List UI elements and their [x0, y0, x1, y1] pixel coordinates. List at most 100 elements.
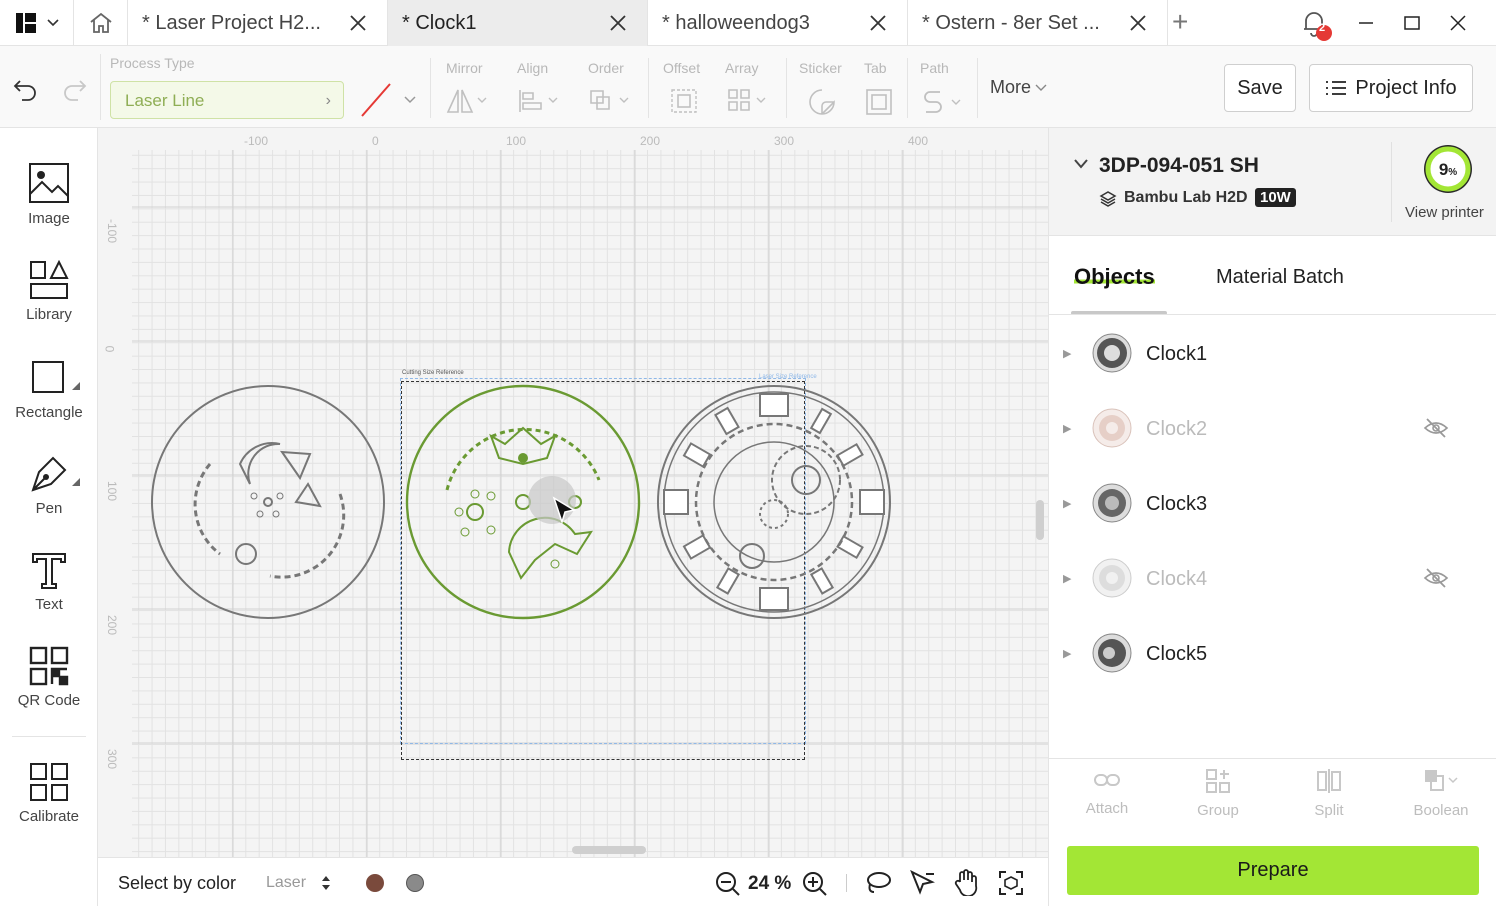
color-swatch-brown[interactable]: [366, 874, 384, 892]
sidebar-item-calibrate[interactable]: Calibrate: [0, 762, 98, 825]
chevron-down-icon[interactable]: [1073, 158, 1089, 170]
cutting-ref-label: Cutting Size Reference: [402, 370, 464, 376]
offset-icon[interactable]: [670, 88, 698, 114]
sidebar-item-pen[interactable]: Pen: [0, 454, 98, 517]
sidebar-item-library[interactable]: Library: [0, 260, 98, 323]
close-icon: [1450, 15, 1466, 31]
object-row-clock3[interactable]: ▶ Clock3: [1049, 467, 1496, 541]
path-icon[interactable]: [922, 88, 966, 116]
close-icon[interactable]: [347, 12, 369, 34]
mode-value: Laser: [266, 874, 307, 891]
process-type-label: Process Type: [110, 55, 195, 71]
sticker-label: Sticker: [799, 60, 842, 76]
undo-icon[interactable]: [12, 76, 40, 102]
array-icon[interactable]: [727, 88, 771, 114]
clock-design-left[interactable]: [150, 384, 386, 620]
tab-ostern[interactable]: * Ostern - 8er Set ...: [908, 0, 1168, 46]
maximize-button[interactable]: [1402, 0, 1422, 46]
save-button[interactable]: Save: [1224, 64, 1296, 112]
sticker-icon[interactable]: [808, 88, 836, 116]
redo-icon[interactable]: [60, 76, 88, 102]
close-icon[interactable]: [867, 12, 889, 34]
divider: [907, 58, 908, 118]
tab-tool-label: Tab: [864, 60, 887, 76]
order-icon[interactable]: [588, 88, 632, 114]
close-icon[interactable]: [1127, 12, 1149, 34]
expand-triangle-icon[interactable]: ▶: [1063, 422, 1071, 435]
divider: [1391, 142, 1392, 222]
sort-arrows-icon: [322, 876, 331, 890]
notifications-button[interactable]: 2: [1296, 0, 1340, 46]
more-menu[interactable]: More: [990, 77, 1047, 98]
sidebar-item-qr-code[interactable]: QR Code: [0, 646, 98, 709]
tab-material-batch[interactable]: Material Batch: [1216, 266, 1344, 289]
attach-button[interactable]: Attach: [1051, 768, 1163, 817]
expand-triangle-icon[interactable]: ▶: [1063, 572, 1071, 585]
object-row-clock5[interactable]: ▶ Clock5: [1049, 617, 1496, 691]
sidebar-item-text[interactable]: Text: [0, 550, 98, 613]
split-button[interactable]: Split: [1273, 768, 1385, 819]
boolean-button[interactable]: Boolean: [1385, 768, 1496, 819]
ruler-tick-label: 300: [105, 748, 120, 770]
object-row-clock4[interactable]: ▶ Clock4: [1049, 542, 1496, 616]
eye-hidden-icon[interactable]: [1423, 566, 1449, 590]
ruler-tick-label: 200: [105, 614, 120, 636]
home-button[interactable]: [74, 0, 128, 46]
process-type-select[interactable]: Laser Line ›: [110, 81, 344, 119]
clock-design-right[interactable]: [656, 384, 892, 620]
printer-card[interactable]: 3DP-094-051 SH Bambu Lab H2D 10W 9% View…: [1049, 128, 1496, 236]
sidebar-item-rectangle[interactable]: Rectangle: [0, 358, 98, 421]
color-swatch-gray[interactable]: [406, 874, 424, 892]
object-row-clock1[interactable]: ▶ Clock1: [1049, 317, 1496, 391]
clock-design-selected[interactable]: [405, 384, 641, 620]
fit-view-icon[interactable]: [998, 870, 1024, 896]
align-label: Align: [517, 60, 549, 76]
split-icon: [1317, 769, 1341, 793]
project-info-button[interactable]: Project Info: [1309, 64, 1473, 112]
object-row-clock2[interactable]: ▶ Clock2: [1049, 392, 1496, 466]
app-menu[interactable]: [0, 0, 74, 46]
group-button[interactable]: Group: [1162, 768, 1274, 819]
tab-objects[interactable]: Objects: [1074, 264, 1155, 290]
divider: [786, 58, 787, 118]
zoom-out-icon[interactable]: [715, 871, 741, 897]
mirror-label: Mirror: [446, 60, 483, 76]
sidebar-item-image[interactable]: Image: [0, 162, 98, 227]
view-printer-link[interactable]: View printer: [1405, 204, 1484, 221]
maximize-icon: [1404, 16, 1420, 30]
expand-triangle-icon[interactable]: ▶: [1063, 497, 1071, 510]
divider: [648, 58, 649, 118]
mode-select[interactable]: Laser: [266, 874, 332, 892]
lasso-icon[interactable]: [864, 870, 892, 896]
minimize-button[interactable]: [1356, 0, 1376, 46]
divider: [430, 58, 431, 118]
select-by-color-label: Select by color: [118, 873, 237, 893]
tab-halloweendog3[interactable]: * halloweendog3: [648, 0, 908, 46]
expand-triangle-icon[interactable]: ▶: [1063, 347, 1071, 360]
tab-tool-icon[interactable]: [865, 88, 893, 116]
vertical-scrollbar[interactable]: [1036, 500, 1044, 540]
chevron-down-icon: [46, 19, 59, 27]
ruler-tick-label: 100: [506, 134, 527, 148]
object-thumbnail: [1092, 483, 1132, 523]
ruler-tick-label: 0: [372, 134, 379, 148]
sidebar-item-label: Library: [26, 306, 72, 323]
object-name: Clock4: [1146, 568, 1208, 590]
tab-clock1[interactable]: * Clock1: [388, 0, 648, 46]
close-icon[interactable]: [607, 12, 629, 34]
mirror-icon[interactable]: [446, 88, 490, 114]
new-tab-button[interactable]: +: [1172, 6, 1188, 38]
eye-hidden-icon[interactable]: [1423, 416, 1449, 440]
horizontal-scrollbar[interactable]: [572, 846, 646, 854]
zoom-in-icon[interactable]: [802, 871, 828, 897]
prepare-button[interactable]: Prepare: [1067, 846, 1479, 895]
align-icon[interactable]: [517, 88, 561, 114]
hand-pan-icon[interactable]: [952, 868, 980, 896]
node-edit-icon[interactable]: [908, 870, 936, 896]
tab-laser-project[interactable]: * Laser Project H2...: [128, 0, 388, 46]
divider: [977, 58, 978, 118]
design-canvas[interactable]: -100 0 100 200 300 400 -100 0 100 200 30…: [98, 128, 1048, 857]
line-color-select[interactable]: [356, 80, 422, 120]
close-window-button[interactable]: [1448, 0, 1468, 46]
expand-triangle-icon[interactable]: ▶: [1063, 647, 1071, 660]
